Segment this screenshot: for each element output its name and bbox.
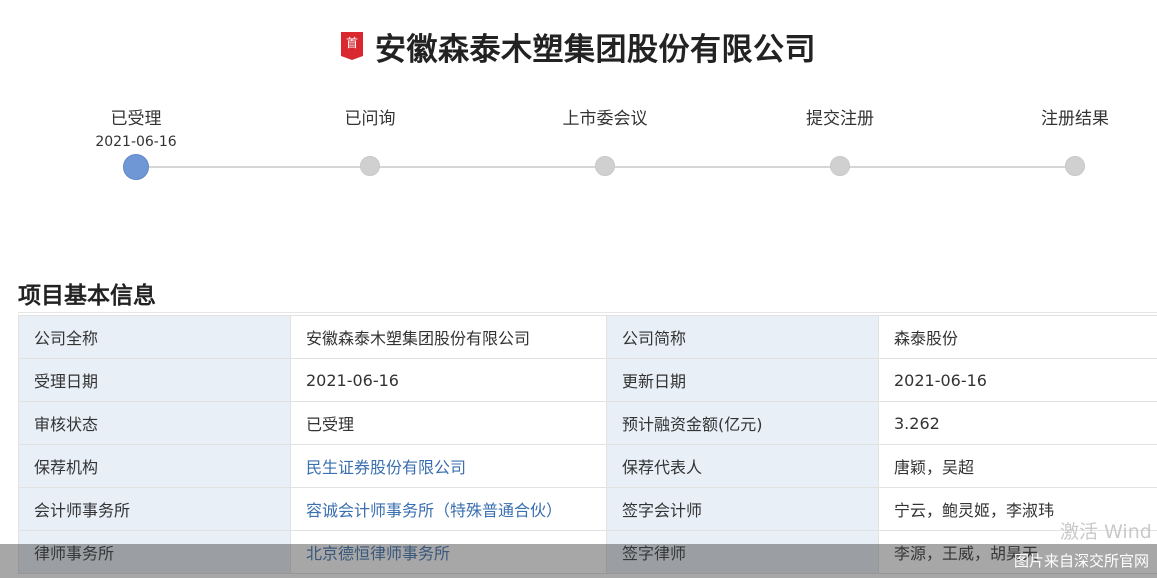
table-row: 受理日期 2021-06-16 更新日期 2021-06-16 [18,358,1157,402]
step-date [995,133,1155,151]
review-progress-tracker: 已受理 2021-06-16 已问询 上市委会议 提交注册 注册结果 [0,100,1157,190]
company-title: 安徽森泰木塑集团股份有限公司 [375,31,816,68]
field-label: 审核状态 [18,401,291,445]
step-listing-committee: 上市委会议 [525,100,685,176]
field-label: 受理日期 [18,358,291,402]
field-label: 签字会计师 [606,487,879,531]
field-value: 安徽森泰木塑集团股份有限公司 [290,315,607,359]
step-date [525,133,685,151]
table-row: 会计师事务所 容诚会计师事务所（特殊普通合伙） 签字会计师 宁云，鲍灵姬，李淑玮 [18,487,1157,531]
sponsor-link[interactable]: 民生证券股份有限公司 [290,444,607,488]
step-registration-result: 注册结果 [995,100,1155,176]
page-header: 首 安徽森泰木塑集团股份有限公司 [0,24,1157,68]
field-value: 2021-06-16 [290,358,607,402]
field-value: 唐颖，吴超 [878,444,1157,488]
step-dot [830,156,850,176]
table-row: 公司全称 安徽森泰木塑集团股份有限公司 公司简称 森泰股份 [18,315,1157,359]
step-label: 提交注册 [806,109,874,129]
table-row: 保荐机构 民生证券股份有限公司 保荐代表人 唐颖，吴超 [18,444,1157,488]
step-date [290,133,450,151]
accounting-firm-link[interactable]: 容诚会计师事务所（特殊普通合伙） [290,487,607,531]
step-accepted: 已受理 2021-06-16 [56,100,216,180]
caption-overlay-bar [0,544,1157,578]
step-dot [360,156,380,176]
field-label: 公司全称 [18,315,291,359]
field-label: 更新日期 [606,358,879,402]
field-label: 公司简称 [606,315,879,359]
field-label: 会计师事务所 [18,487,291,531]
step-date: 2021-06-16 [95,134,177,150]
step-dot [1065,156,1085,176]
badge-label: 首 [345,36,358,50]
step-label: 已受理 [110,109,162,129]
field-label: 保荐代表人 [606,444,879,488]
section-divider [18,312,1157,313]
step-label: 已问询 [344,109,396,129]
section-title: 项目基本信息 [18,283,156,309]
field-value: 已受理 [290,401,607,445]
field-label: 保荐机构 [18,444,291,488]
field-value: 2021-06-16 [878,358,1157,402]
step-inquired: 已问询 [290,100,450,176]
project-info-table: 公司全称 安徽森泰木塑集团股份有限公司 公司简称 森泰股份 受理日期 2021-… [18,315,1157,574]
table-row: 审核状态 已受理 预计融资金额(亿元) 3.262 [18,401,1157,445]
field-value: 森泰股份 [878,315,1157,359]
step-date [760,133,920,151]
first-listing-badge-icon: 首 [341,32,363,60]
field-label: 预计融资金额(亿元) [606,401,879,445]
step-dot [595,156,615,176]
step-label: 注册结果 [1041,109,1109,129]
step-dot-active [123,154,149,180]
windows-activation-watermark: 激活 Wind [1060,521,1152,543]
source-caption: 图片来自深交所官网 [1013,552,1149,570]
step-label: 上市委会议 [562,109,648,129]
step-submit-registration: 提交注册 [760,100,920,176]
field-value: 3.262 [878,401,1157,445]
